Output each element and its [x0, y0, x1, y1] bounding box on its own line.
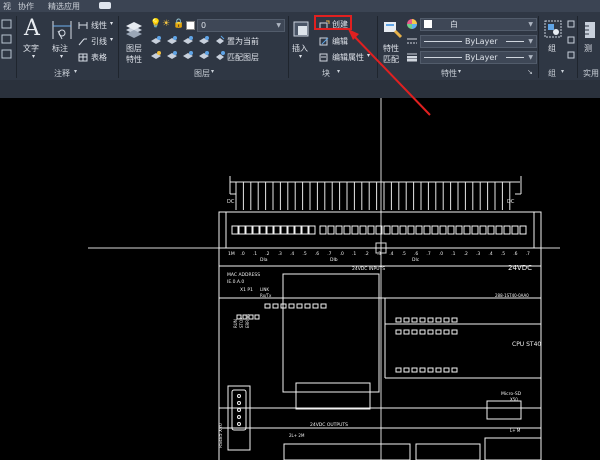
arrow-line	[351, 33, 431, 116]
drawing-canvas[interactable]: DC DC 1M .0.1.2.3.4.5.6.7.0.1.2.3.4.5.6.7…	[0, 29, 600, 460]
annotation-arrow	[348, 29, 431, 116]
